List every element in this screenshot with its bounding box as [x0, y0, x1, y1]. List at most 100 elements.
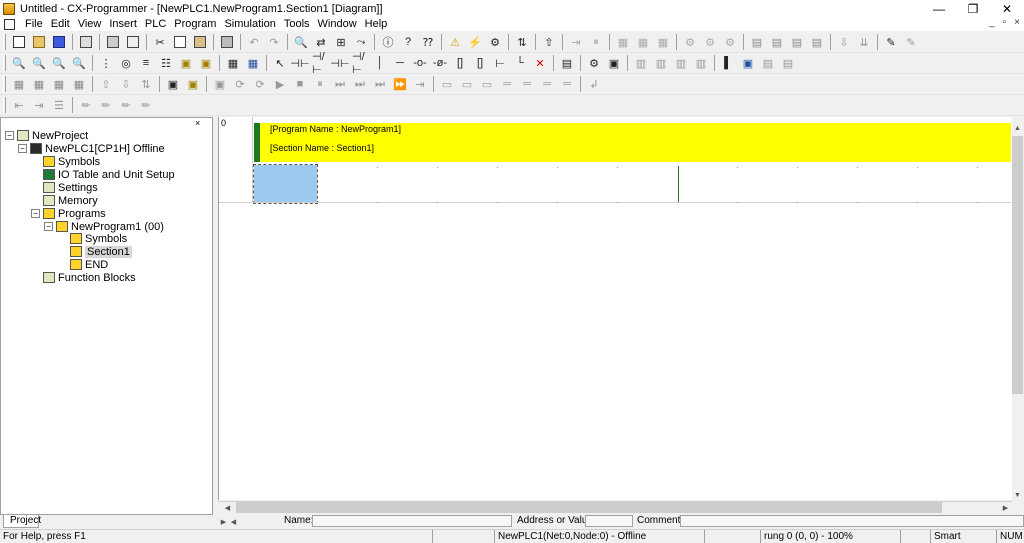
- menu-help[interactable]: Help: [361, 18, 392, 30]
- tree-item-program-symbols[interactable]: Symbols: [70, 232, 127, 245]
- watch-window-icon[interactable]: ▣: [178, 55, 194, 71]
- simulation-step-icon[interactable]: ⇩: [836, 34, 852, 50]
- sim-continuous-run-icon[interactable]: ⟳: [252, 76, 268, 92]
- instruction-icon[interactable]: []: [452, 55, 468, 71]
- sim-step-in-icon[interactable]: ⏭: [332, 76, 348, 92]
- sim-run-icon[interactable]: ▶: [272, 76, 288, 92]
- collapse-icon[interactable]: −: [44, 222, 53, 231]
- paste-icon[interactable]: [192, 34, 208, 50]
- transfer-up-icon[interactable]: ⇧: [98, 76, 114, 92]
- document-icon[interactable]: [4, 18, 15, 30]
- pt-icon[interactable]: []: [472, 55, 488, 71]
- zoom-icon[interactable]: 🔍: [71, 55, 87, 71]
- menu-simulation[interactable]: Simulation: [220, 18, 279, 30]
- align-icon[interactable]: ☰: [51, 97, 67, 113]
- delete-line-icon[interactable]: ✕: [532, 55, 548, 71]
- replace-icon[interactable]: ⇄: [313, 34, 329, 50]
- compile-all-icon[interactable]: ▣: [606, 55, 622, 71]
- horizontal-line-icon[interactable]: ─: [392, 55, 408, 71]
- cut-icon[interactable]: ✂: [152, 34, 168, 50]
- zoom-out-icon[interactable]: 🔍: [51, 55, 67, 71]
- mode-program-icon[interactable]: ▦: [615, 34, 631, 50]
- line-connect-icon[interactable]: └: [512, 55, 528, 71]
- vertical-scroll-thumb[interactable]: [1012, 136, 1023, 394]
- tree-item-symbols[interactable]: Symbols: [43, 155, 100, 168]
- monitor-icon[interactable]: ⚙: [487, 34, 503, 50]
- smart-input-icon[interactable]: ✏: [78, 97, 94, 113]
- menu-file[interactable]: File: [21, 18, 47, 30]
- tree-item-io-table[interactable]: IO Table and Unit Setup: [43, 168, 175, 181]
- menu-view[interactable]: View: [74, 18, 106, 30]
- warning-icon[interactable]: ⚠: [447, 34, 463, 50]
- help-icon[interactable]: ?: [400, 34, 416, 50]
- mdi-minimize-button[interactable]: _: [989, 17, 995, 28]
- tree-item-programs[interactable]: − Programs: [31, 207, 106, 220]
- sim-end-icon[interactable]: ⇥: [412, 76, 428, 92]
- redo-icon[interactable]: ↷: [266, 34, 282, 50]
- decimal-view-icon[interactable]: ▦: [31, 76, 47, 92]
- tree-item-section1[interactable]: Section1: [70, 245, 132, 258]
- compile-icon[interactable]: ⚙: [586, 55, 602, 71]
- save-icon[interactable]: [51, 34, 67, 50]
- sim-stop-icon[interactable]: ■: [292, 76, 308, 92]
- mode-debug-icon[interactable]: ▦: [635, 34, 651, 50]
- signed-view-icon[interactable]: ▦: [71, 76, 87, 92]
- program-list-icon[interactable]: ☷: [158, 55, 174, 71]
- sim-step-out-icon[interactable]: ⏭: [372, 76, 388, 92]
- print-icon[interactable]: [105, 34, 121, 50]
- context-help-icon[interactable]: ⁇: [420, 34, 436, 50]
- collapse-icon[interactable]: −: [18, 144, 27, 153]
- io-condition-icon[interactable]: ═: [499, 76, 515, 92]
- select-mode-icon[interactable]: ↖: [272, 55, 288, 71]
- online-edit-cancel-icon[interactable]: ✎: [903, 34, 919, 50]
- collapse-icon[interactable]: −: [5, 131, 14, 140]
- io-condition-list-icon[interactable]: ═: [559, 76, 575, 92]
- rung-annotation-icon[interactable]: ≡: [138, 55, 154, 71]
- find-icon[interactable]: 🔍: [293, 34, 309, 50]
- toolbar-grip[interactable]: [3, 34, 6, 50]
- force-off-icon[interactable]: ⚙: [722, 34, 738, 50]
- sim-step-over-icon[interactable]: ⏭: [352, 76, 368, 92]
- address-field[interactable]: [585, 515, 633, 527]
- sim-scan-icon[interactable]: ⏩: [392, 76, 408, 92]
- new-icon[interactable]: [11, 34, 27, 50]
- tree-item-memory[interactable]: Memory: [43, 194, 98, 207]
- break-point-icon[interactable]: ▭: [439, 76, 455, 92]
- transfer-to-plc-icon[interactable]: ⇧: [541, 34, 557, 50]
- sim-pause-icon[interactable]: ⏸: [312, 76, 328, 92]
- pt-line-icon[interactable]: ⊢: [492, 55, 508, 71]
- go-to-icon[interactable]: ⤳: [353, 34, 369, 50]
- online-icon[interactable]: ⚡: [467, 34, 483, 50]
- mdi-restore-button[interactable]: ▫: [1003, 17, 1007, 28]
- horizontal-scroll-thumb[interactable]: [236, 502, 942, 513]
- menu-program[interactable]: Program: [170, 18, 220, 30]
- print-preview-icon[interactable]: [125, 34, 141, 50]
- undo-icon[interactable]: ↶: [246, 34, 262, 50]
- break-point-clear-icon[interactable]: ▭: [459, 76, 475, 92]
- run-icon[interactable]: ⇥: [568, 34, 584, 50]
- hex-view-icon[interactable]: ▦: [51, 76, 67, 92]
- io-condition-set-icon[interactable]: ═: [519, 76, 535, 92]
- sim-mode-icon[interactable]: ▣: [212, 76, 228, 92]
- mode-monitor-icon[interactable]: ▦: [655, 34, 671, 50]
- copy-icon[interactable]: [172, 34, 188, 50]
- task-icon[interactable]: ▌: [720, 55, 736, 71]
- toolbar-grip[interactable]: [3, 76, 6, 92]
- menu-window[interactable]: Window: [314, 18, 361, 30]
- online-simulator-icon[interactable]: ▣: [165, 76, 181, 92]
- diagram-cursor[interactable]: [253, 164, 318, 204]
- contact-no-icon[interactable]: ⊣⊢: [290, 55, 309, 71]
- contact-nc-icon[interactable]: ⊣/⊢: [312, 51, 328, 76]
- break-point-list-icon[interactable]: ▭: [479, 76, 495, 92]
- return-icon[interactable]: ↲: [586, 76, 602, 92]
- io-condition-clear-icon[interactable]: ═: [539, 76, 555, 92]
- indent-left-icon[interactable]: ⇤: [11, 97, 27, 113]
- contact-or-icon[interactable]: ⊣⊢: [330, 55, 349, 71]
- clipboard-icon[interactable]: [219, 34, 235, 50]
- coil-nc-icon[interactable]: -ø-: [432, 55, 448, 71]
- info-scroll-left-icon[interactable]: ◀: [228, 516, 239, 527]
- scroll-up-icon[interactable]: ▲: [1012, 123, 1023, 134]
- fb-online-icon[interactable]: ▥: [633, 55, 649, 71]
- simulator-settings-icon[interactable]: ▣: [185, 76, 201, 92]
- tree-item-new-project[interactable]: − NewProject: [5, 129, 88, 142]
